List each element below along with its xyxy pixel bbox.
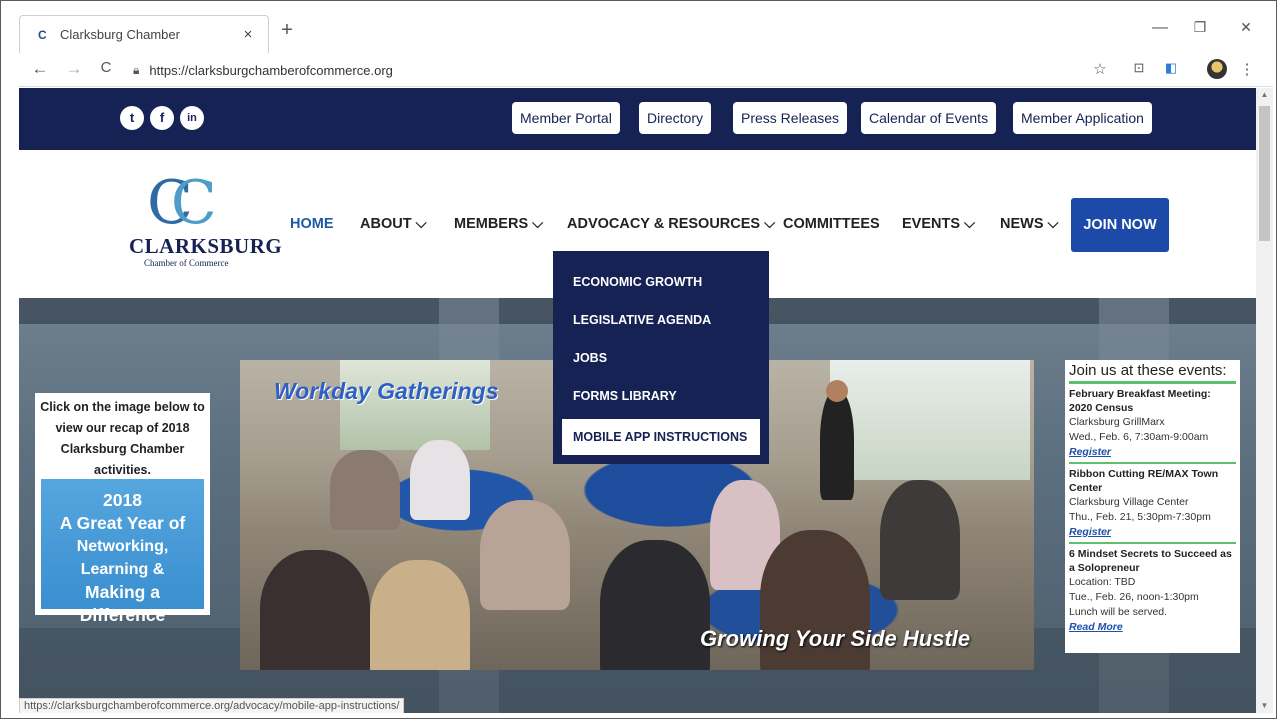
lock-icon: 🔒︎ [133, 62, 140, 77]
read-more-link[interactable]: Read More [1069, 620, 1236, 635]
advocacy-dropdown-menu: ECONOMIC GROWTH LEGISLATIVE AGENDA JOBS … [553, 251, 769, 464]
promo-line: Networking, Learning & [76, 538, 169, 578]
attendee-shape [410, 440, 470, 520]
join-now-button[interactable]: JOIN NOW [1071, 198, 1169, 252]
logo-name: CLARKSBURG [129, 234, 283, 258]
window-decor [830, 360, 1030, 480]
window-decor [340, 360, 490, 450]
calendar-of-events-link[interactable]: Calendar of Events [861, 102, 997, 134]
browser-window: C Clarksburg Chamber × + — ❐ ✕ ← → C 🔒︎ … [0, 0, 1277, 719]
attendee-shape [330, 450, 400, 530]
directory-link[interactable]: Directory [639, 102, 712, 134]
reload-icon[interactable]: C [95, 59, 117, 76]
event-item: February Breakfast Meeting: 2020 Census … [1069, 387, 1236, 464]
nav-advocacy-resources[interactable]: ADVOCACY & RESOURCES ⌵ [567, 216, 775, 232]
event-title[interactable]: 6 Mindset Secrets to Succeed as a Solopr… [1069, 547, 1236, 575]
twitter-icon[interactable]: t [120, 106, 144, 130]
promo-banner[interactable]: 2018 A Great Year of Networking, Learnin… [41, 479, 204, 625]
nav-news[interactable]: NEWS ⌵ [1000, 216, 1059, 232]
top-utility-bar: t f in Member Portal Directory Press Rel… [19, 88, 1256, 150]
extension-icon[interactable]: ◧ [1161, 60, 1181, 76]
facebook-icon[interactable]: f [150, 106, 174, 130]
menu-item-economic-growth[interactable]: ECONOMIC GROWTH [553, 265, 769, 303]
page-viewport: t f in Member Portal Directory Press Rel… [19, 88, 1256, 713]
site-logo[interactable]: CC CLARKSBURG Chamber of Commerce [129, 168, 282, 268]
tab-title: Clarksburg Chamber [60, 27, 180, 42]
nav-about[interactable]: ABOUT ⌵ [360, 216, 427, 232]
attendee-shape [370, 560, 470, 670]
event-item: 6 Mindset Secrets to Succeed as a Solopr… [1069, 547, 1236, 637]
logo-subtitle: Chamber of Commerce [144, 258, 229, 268]
menu-item-mobile-app-instructions[interactable]: MOBILE APP INSTRUCTIONS [562, 419, 760, 455]
tab-close-icon[interactable]: × [238, 26, 258, 43]
url-text: https://clarksburgchamberofcommerce.org [149, 62, 393, 78]
speaker-shape [820, 390, 854, 500]
linkedin-icon[interactable]: in [180, 106, 204, 130]
member-application-link[interactable]: Member Application [1013, 102, 1152, 134]
nav-home[interactable]: HOME [290, 216, 334, 232]
scroll-up-icon[interactable]: ▲ [1256, 88, 1273, 102]
bookmark-star-icon[interactable]: ☆ [1090, 60, 1110, 78]
event-detail: Clarksburg Village Center [1069, 496, 1189, 508]
address-toolbar: ← → C 🔒︎ https://clarksburgchamberofcomm… [19, 53, 1273, 87]
browser-tab[interactable]: C Clarksburg Chamber × [19, 15, 269, 53]
menu-kebab-icon[interactable]: ⋮ [1237, 60, 1257, 78]
speaker-head [826, 380, 848, 402]
event-detail: Lunch will be served. [1069, 606, 1168, 618]
events-heading: Join us at these events: [1069, 362, 1236, 384]
nav-committees[interactable]: COMMITTEES [783, 216, 880, 232]
back-icon[interactable]: ← [29, 59, 51, 79]
event-item: Ribbon Cutting RE/MAX Town Center Clarks… [1069, 467, 1236, 544]
restore-icon[interactable]: ❐ [1190, 19, 1210, 36]
photo-title: Workday Gatherings [274, 378, 499, 404]
photo-caption: Growing Your Side Hustle [700, 626, 971, 651]
attendee-shape [600, 540, 710, 670]
menu-item-jobs[interactable]: JOBS [553, 341, 769, 379]
address-bar[interactable]: 🔒︎ https://clarksburgchamberofcommerce.o… [133, 57, 1153, 83]
nav-events[interactable]: EVENTS ⌵ [902, 216, 975, 232]
attendee-shape [480, 500, 570, 610]
promo-line: Making a Difference [79, 582, 166, 625]
events-sidebar: Join us at these events: February Breakf… [1065, 360, 1240, 653]
tab-strip: C Clarksburg Chamber × + — ❐ ✕ [19, 9, 1273, 53]
close-window-icon[interactable]: ✕ [1236, 19, 1256, 36]
event-detail: Location: TBD [1069, 576, 1136, 588]
event-title[interactable]: Ribbon Cutting RE/MAX Town Center [1069, 467, 1236, 495]
scrollbar-thumb[interactable] [1259, 106, 1270, 241]
event-detail: Wed., Feb. 6, 7:30am-9:00am [1069, 431, 1209, 443]
scroll-down-icon[interactable]: ▼ [1256, 699, 1273, 713]
attendee-shape [880, 480, 960, 600]
favicon-icon: C [38, 27, 47, 42]
promo-line: 2018 [103, 490, 142, 510]
register-link[interactable]: Register [1069, 445, 1236, 460]
status-bar-url: https://clarksburgchamberofcommerce.org/… [19, 698, 405, 713]
minimize-icon[interactable]: — [1150, 19, 1170, 37]
register-link[interactable]: Register [1069, 525, 1236, 540]
event-detail: Thu., Feb. 21, 5:30pm-7:30pm [1069, 511, 1211, 523]
new-tab-button[interactable]: + [277, 19, 297, 42]
event-detail: Clarksburg GrillMarx [1069, 416, 1165, 428]
press-releases-link[interactable]: Press Releases [733, 102, 848, 134]
forward-icon[interactable]: → [63, 59, 85, 79]
promo-text: Click on the image below to view our rec… [40, 400, 205, 477]
nav-members[interactable]: MEMBERS ⌵ [454, 216, 543, 232]
promo-line: A Great Year of [59, 513, 186, 533]
recap-promo[interactable]: Click on the image below to view our rec… [35, 393, 210, 625]
event-title[interactable]: February Breakfast Meeting: 2020 Census [1069, 387, 1236, 415]
attendee-shape [260, 550, 370, 670]
member-portal-link[interactable]: Member Portal [512, 102, 620, 134]
event-detail: Tue., Feb. 26, noon-1:30pm [1069, 591, 1199, 603]
profile-avatar-icon[interactable] [1207, 59, 1227, 79]
logo-mark-icon: CC [147, 168, 217, 238]
page-scrollbar[interactable]: ▲ ▼ [1256, 88, 1273, 713]
menu-item-forms-library[interactable]: FORMS LIBRARY [553, 379, 769, 417]
menu-item-legislative-agenda[interactable]: LEGISLATIVE AGENDA [553, 303, 769, 341]
cast-icon[interactable]: ⊡ [1129, 60, 1149, 76]
